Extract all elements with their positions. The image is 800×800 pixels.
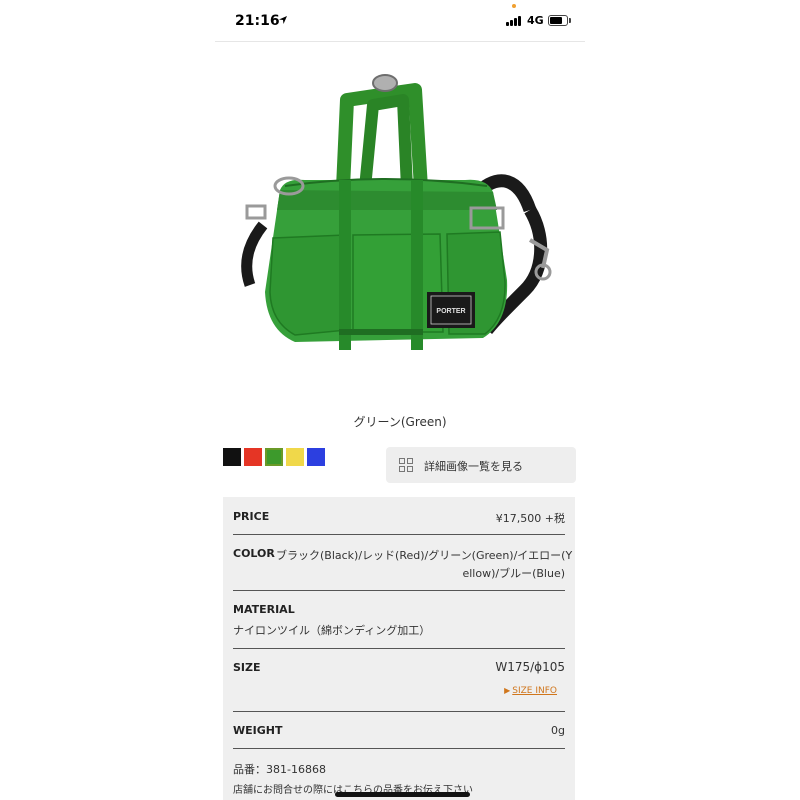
phone-screen: 21:16 4G PORTER グリーン(Green) 詳細画像一覧を見る PR…: [215, 0, 585, 800]
view-detail-images-label: 詳細画像一覧を見る: [424, 460, 523, 473]
material-label: MATERIAL: [233, 603, 295, 616]
triangle-right-icon: ▶: [504, 686, 511, 695]
divider: [233, 748, 565, 749]
status-time: 21:16: [235, 13, 280, 29]
battery-icon: [548, 15, 568, 26]
spec-table: PRICE ¥17,500 +税 COLOR ブラック(Black)/レッド(R…: [223, 497, 575, 800]
divider: [233, 534, 565, 535]
size-info-link[interactable]: ▶ SIZE INFO: [504, 686, 557, 696]
status-bar: 21:16 4G: [215, 0, 585, 42]
grid-icon: [399, 458, 413, 472]
product-image: PORTER: [241, 74, 552, 350]
material-value: ナイロンツイル（綿ボンディング加工）: [233, 624, 431, 637]
privacy-indicator-dot: [512, 4, 516, 8]
swatch-green[interactable]: [265, 448, 283, 466]
color-caption: グリーン(Green): [353, 415, 447, 429]
price-value: ¥17,500 +税: [495, 512, 565, 525]
weight-label: WEIGHT: [233, 724, 283, 737]
weight-value: 0g: [551, 724, 565, 737]
price-label: PRICE: [233, 510, 270, 523]
swatch-red[interactable]: [244, 448, 262, 466]
home-indicator[interactable]: [335, 792, 470, 797]
divider: [233, 590, 565, 591]
battery-level-fill: [550, 17, 562, 24]
part-number: 品番：381-16868: [233, 763, 326, 776]
color-value-line1: ブラック(Black)/レッド(Red)/グリーン(Green)/イエロー(Y: [276, 549, 573, 562]
size-info-label: SIZE INFO: [512, 686, 557, 696]
color-value-line2: ellow)/ブルー(Blue): [462, 567, 565, 580]
location-arrow-icon: [279, 16, 287, 24]
divider: [233, 711, 565, 712]
size-value: W175/ϕ105: [495, 660, 565, 674]
size-label: SIZE: [233, 661, 261, 674]
network-type: 4G: [527, 14, 544, 27]
battery-cap: [569, 18, 571, 23]
divider: [233, 648, 565, 649]
signal-icon: [506, 14, 524, 26]
color-label: COLOR: [233, 547, 275, 560]
view-detail-images-button[interactable]: 詳細画像一覧を見る: [386, 447, 576, 483]
swatch-yellow[interactable]: [286, 448, 304, 466]
bag-brand-label: PORTER: [436, 308, 465, 315]
swatch-black[interactable]: [223, 448, 241, 466]
swatch-blue[interactable]: [307, 448, 325, 466]
